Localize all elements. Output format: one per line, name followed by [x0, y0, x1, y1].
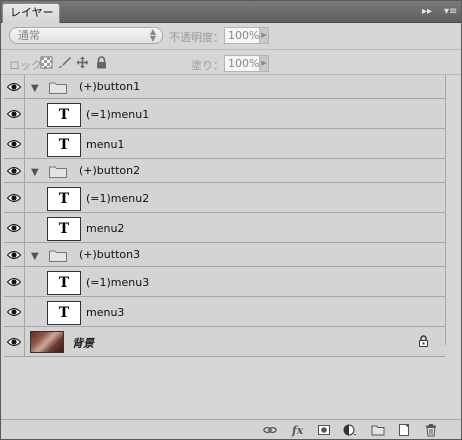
layer-name: menu3	[86, 306, 125, 319]
eye-icon	[7, 337, 21, 346]
options-divider	[1, 49, 461, 50]
eye-icon	[7, 193, 21, 202]
text-layer-thumbnail: T	[47, 187, 81, 211]
svg-text:fx: fx	[291, 424, 304, 437]
opacity-label: 不透明度：	[169, 31, 224, 44]
eye-icon	[7, 109, 21, 118]
visibility-toggle[interactable]	[4, 243, 25, 266]
visibility-toggle[interactable]	[4, 129, 25, 158]
fill-dropdown-button[interactable]: ▶	[260, 55, 269, 72]
layer-row[interactable]: T menu3	[4, 297, 445, 327]
new-group-icon[interactable]	[371, 423, 385, 437]
visibility-toggle[interactable]	[4, 327, 25, 356]
visibility-toggle[interactable]	[4, 183, 25, 212]
eye-icon	[7, 139, 21, 148]
layer-row[interactable]: T (=1)menu2	[4, 183, 445, 213]
layer-name: menu1	[86, 138, 125, 151]
text-layer-thumbnail: T	[47, 271, 81, 295]
lock-image-pixels-icon[interactable]	[58, 56, 71, 69]
layer-group-row[interactable]: ▼ (+)button3	[4, 243, 445, 267]
eye-icon	[7, 223, 21, 232]
layer-group-row[interactable]: ▼ (+)button1	[4, 75, 445, 99]
group-collapse-toggle[interactable]: ▼	[31, 167, 39, 178]
layer-name: (+)button3	[79, 248, 141, 261]
eye-icon	[7, 82, 21, 91]
mask-icon[interactable]	[317, 423, 331, 437]
link-icon[interactable]	[263, 423, 277, 437]
folder-icon	[49, 166, 67, 178]
layer-name: menu2	[86, 222, 125, 235]
blend-mode-value: 通常	[18, 29, 40, 42]
opacity-dropdown-button[interactable]: ▶	[260, 27, 269, 44]
layers-panel: レイヤー ▸▸ ▾≡ 通常 ▲ ▼ 不透明度： 100% ▶ ロック： 塗り： …	[0, 0, 462, 440]
layer-list-scrollbar[interactable]	[445, 75, 460, 345]
folder-icon	[49, 250, 67, 262]
visibility-toggle[interactable]	[4, 213, 25, 242]
text-layer-thumbnail: T	[47, 133, 81, 157]
group-collapse-toggle[interactable]: ▼	[31, 251, 39, 262]
visibility-toggle[interactable]	[4, 267, 25, 296]
layer-name: (+)button1	[79, 80, 141, 93]
trash-icon[interactable]	[424, 423, 438, 437]
group-collapse-toggle[interactable]: ▼	[31, 83, 39, 94]
layer-row[interactable]: T menu2	[4, 213, 445, 243]
lock-position-icon[interactable]	[76, 56, 89, 69]
blend-mode-select[interactable]: 通常 ▲ ▼	[9, 27, 163, 44]
text-layer-thumbnail: T	[47, 217, 81, 241]
panel-tab-bar: レイヤー ▸▸ ▾≡	[1, 1, 461, 23]
opacity-input[interactable]: 100%	[224, 27, 260, 44]
expand-panel-icon[interactable]: ▸▸	[422, 6, 432, 17]
panel-menu-icon[interactable]: ▾≡	[444, 6, 457, 17]
background-layer-thumbnail	[30, 331, 64, 353]
layer-row[interactable]: T (=1)menu1	[4, 99, 445, 129]
layer-name: (=1)menu3	[86, 276, 150, 289]
visibility-toggle[interactable]	[4, 297, 25, 326]
fill-input[interactable]: 100%	[224, 55, 260, 72]
fx-icon[interactable]: fx	[291, 423, 305, 437]
layer-name: (=1)menu2	[86, 192, 150, 205]
visibility-toggle[interactable]	[4, 99, 25, 128]
layer-group-row[interactable]: ▼ (+)button2	[4, 159, 445, 183]
folder-icon	[49, 82, 67, 94]
fill-label: 塗り：	[191, 59, 224, 72]
layer-name: (+)button2	[79, 164, 141, 177]
text-layer-thumbnail: T	[47, 103, 81, 127]
layer-name: (=1)menu1	[86, 108, 150, 121]
select-arrows-icon: ▲ ▼	[149, 27, 156, 43]
visibility-toggle[interactable]	[4, 159, 25, 182]
padlock-icon	[419, 335, 428, 347]
layer-row[interactable]: T (=1)menu3	[4, 267, 445, 297]
eye-icon	[7, 307, 21, 316]
lock-transparent-pixels-icon[interactable]	[40, 56, 53, 69]
visibility-toggle[interactable]	[4, 75, 25, 98]
eye-icon	[7, 250, 21, 259]
layer-row[interactable]: T menu1	[4, 129, 445, 159]
tab-layers[interactable]: レイヤー	[2, 3, 60, 23]
eye-icon	[7, 166, 21, 175]
layers-bottom-toolbar: fx	[1, 419, 461, 439]
new-layer-icon[interactable]	[397, 423, 411, 437]
adjustment-icon[interactable]	[343, 423, 357, 437]
text-layer-thumbnail: T	[47, 301, 81, 325]
lock-all-icon[interactable]	[95, 56, 108, 69]
layer-name: 背景	[72, 337, 94, 350]
background-layer-row[interactable]: 背景	[4, 327, 445, 357]
eye-icon	[7, 277, 21, 286]
